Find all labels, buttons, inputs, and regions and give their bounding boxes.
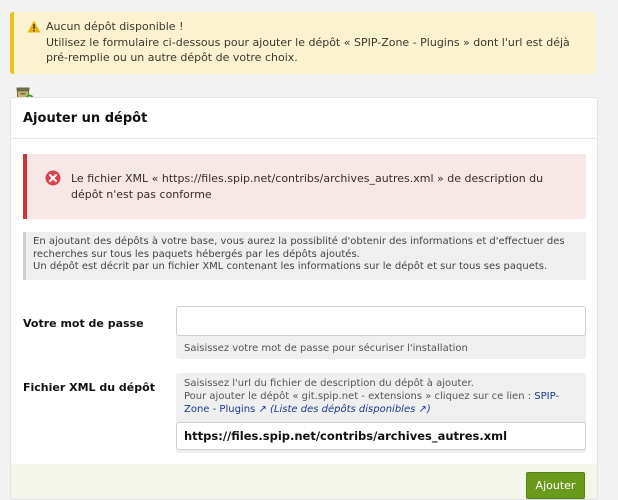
external-link-icon: ↗ (258, 403, 267, 415)
add-button[interactable]: Ajouter (526, 472, 585, 499)
form-footer: Ajouter (11, 464, 597, 499)
xml-help-prefix: Pour ajouter le dépôt « git.spip.net - e… (184, 391, 535, 402)
xml-help-line-1: Saisissez l'url du fichier de descriptio… (184, 378, 474, 389)
xml-field-group: Saisissez l'url du fichier de descriptio… (176, 373, 586, 453)
error-message-box: Le fichier XML « https://files.spip.net/… (23, 154, 586, 219)
warning-icon (27, 20, 41, 33)
info-line-1: En ajoutant des dépôts à votre base, vou… (33, 236, 565, 260)
info-box: En ajoutant des dépôts à votre base, vou… (23, 232, 586, 280)
depot-list-link-label: Liste des dépôts disponibles (273, 403, 416, 415)
depot-list-link[interactable]: (Liste des dépôts disponibles ↗) (270, 404, 431, 415)
error-text: Le fichier XML « https://files.spip.net/… (71, 172, 544, 201)
xml-url-input[interactable]: https://files.spip.net/contribs/archives… (176, 422, 586, 450)
xml-label: Fichier XML du dépôt (23, 381, 155, 394)
notice-message: Utilisez le formulaire ci-dessous pour a… (46, 36, 570, 64)
password-label: Votre mot de passe (23, 317, 144, 330)
notice-title: Aucun dépôt disponible ! (46, 20, 184, 33)
panel-title: Ajouter un dépôt (23, 111, 148, 126)
password-help: Saisissez votre mot de passe pour sécuri… (184, 343, 468, 354)
password-field-group: Saisissez votre mot de passe pour sécuri… (176, 306, 586, 359)
error-icon (45, 170, 61, 186)
divider (11, 138, 597, 139)
external-link-icon: ↗ (418, 403, 427, 415)
info-line-2: Un dépôt est décrit par un fichier XML c… (33, 261, 548, 272)
xml-help-line-2: Pour ajouter le dépôt « git.spip.net - e… (184, 391, 579, 416)
password-input[interactable] (176, 306, 586, 336)
notice-box: Aucun dépôt disponible ! Utilisez le for… (10, 12, 596, 74)
add-depot-panel: Ajouter un dépôt Le fichier XML « https:… (10, 97, 598, 500)
